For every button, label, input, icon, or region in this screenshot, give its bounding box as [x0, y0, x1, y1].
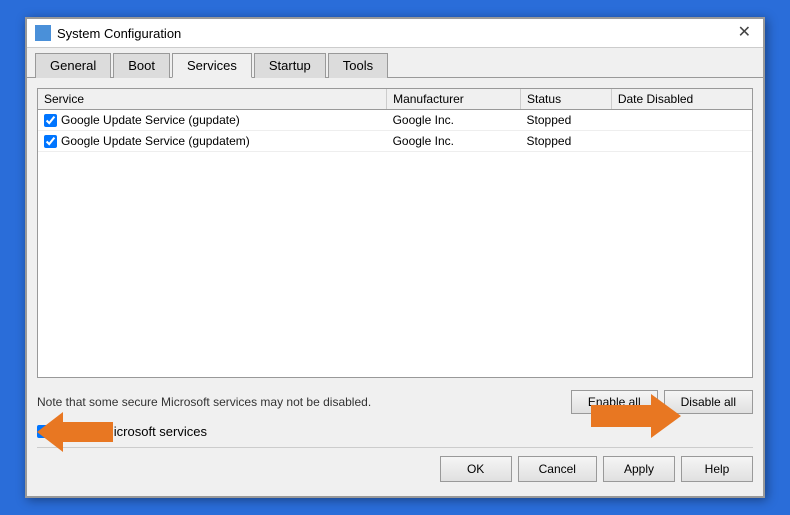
- tab-general[interactable]: General: [35, 53, 111, 78]
- col-date-disabled: Date Disabled: [611, 89, 752, 110]
- ok-button[interactable]: OK: [440, 456, 512, 482]
- table-row[interactable]: Google Update Service (gupdatem) Google …: [38, 131, 752, 152]
- row2-service: Google Update Service (gupdatem): [61, 134, 250, 148]
- row1-manufacturer: Google Inc.: [387, 110, 521, 131]
- note-text: Note that some secure Microsoft services…: [37, 395, 371, 409]
- col-status: Status: [521, 89, 612, 110]
- tab-bar: General Boot Services Startup Tools: [27, 48, 763, 78]
- content-area: PCL Service Manufacturer Status Date Dis…: [27, 78, 763, 496]
- system-config-window: System Configuration ✕ General Boot Serv…: [25, 17, 765, 498]
- action-buttons: Enable all Disable all: [571, 390, 753, 414]
- service-table: Service Manufacturer Status Date Disable…: [38, 89, 752, 152]
- row1-date: [611, 110, 752, 131]
- row2-status: Stopped: [521, 131, 612, 152]
- window-title: System Configuration: [57, 26, 181, 41]
- col-manufacturer: Manufacturer: [387, 89, 521, 110]
- close-button[interactable]: ✕: [734, 25, 755, 41]
- table-row[interactable]: Google Update Service (gupdate) Google I…: [38, 110, 752, 131]
- disable-all-button[interactable]: Disable all: [664, 390, 753, 414]
- row1-checkbox[interactable]: [44, 114, 57, 127]
- row1-service: Google Update Service (gupdate): [61, 113, 240, 127]
- row2-checkbox[interactable]: [44, 135, 57, 148]
- cancel-button[interactable]: Cancel: [518, 456, 597, 482]
- note-bar: Note that some secure Microsoft services…: [37, 386, 753, 418]
- apply-button[interactable]: Apply: [603, 456, 675, 482]
- title-bar: System Configuration ✕: [27, 19, 763, 48]
- row2-date: [611, 131, 752, 152]
- button-bar: OK Cancel Apply Help: [37, 447, 753, 486]
- row1-status: Stopped: [521, 110, 612, 131]
- tab-services[interactable]: Services: [172, 53, 252, 78]
- hide-ms-checkbox[interactable]: [37, 425, 50, 438]
- bottom-section: Note that some secure Microsoft services…: [37, 386, 753, 486]
- help-button[interactable]: Help: [681, 456, 753, 482]
- tab-boot[interactable]: Boot: [113, 53, 170, 78]
- app-icon: [35, 25, 51, 41]
- title-bar-left: System Configuration: [35, 25, 181, 41]
- hide-ms-row: Hide all Microsoft services: [37, 424, 753, 439]
- tab-startup[interactable]: Startup: [254, 53, 326, 78]
- tab-tools[interactable]: Tools: [328, 53, 388, 78]
- hide-ms-label: Hide all Microsoft services: [56, 424, 207, 439]
- service-table-container: Service Manufacturer Status Date Disable…: [37, 88, 753, 378]
- row2-manufacturer: Google Inc.: [387, 131, 521, 152]
- col-service: Service: [38, 89, 387, 110]
- enable-all-button[interactable]: Enable all: [571, 390, 658, 414]
